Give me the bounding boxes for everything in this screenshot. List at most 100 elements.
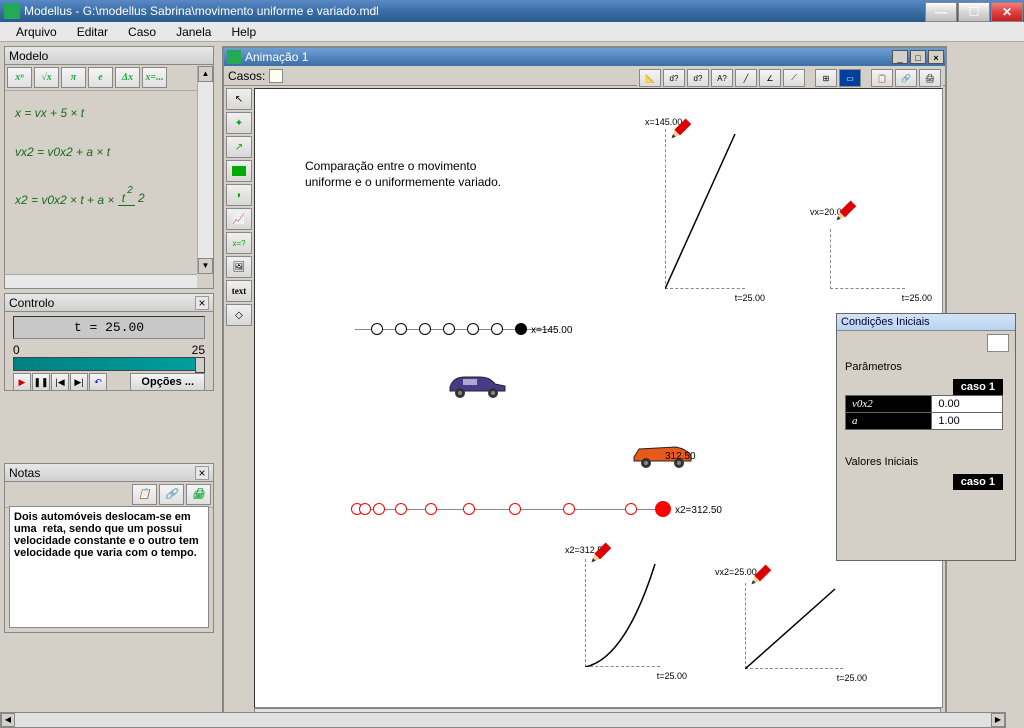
cond-title[interactable]: Condições Iniciais [837, 314, 1015, 331]
tool-diff-1[interactable]: d? [663, 69, 685, 87]
btn-delta[interactable]: Δx [115, 67, 140, 88]
tool-copy-icon[interactable]: 📋 [871, 69, 893, 87]
valores-label: Valores Iniciais [837, 450, 1015, 474]
notas-title: Notas [9, 466, 40, 480]
tool-background[interactable]: ▭ [839, 69, 861, 87]
tool-rect[interactable] [226, 160, 252, 182]
controlo-title: Controlo [9, 296, 54, 310]
modelo-equations[interactable]: x = vx + 5 × t vx2 = v0x2 + a × t x2 = v… [5, 91, 213, 233]
chart-vx-vs-t[interactable]: vx=20.00 t=25.00 [820, 219, 920, 299]
tool-line[interactable]: ╱ [735, 69, 757, 87]
tool-input[interactable]: x=? [226, 232, 252, 254]
param-a-value[interactable]: 1.00 [932, 413, 1003, 430]
tool-measure-1[interactable]: 📐 [639, 69, 661, 87]
modelo-panel: Modelo xⁿ √x π e Δx x=... x = vx + 5 × t… [4, 46, 214, 289]
tool-geometry[interactable]: ◇ [226, 304, 252, 326]
fraction-t2-over-2: t2 2 [118, 183, 145, 213]
btn-xn[interactable]: xⁿ [7, 67, 32, 88]
btn-pi[interactable]: π [61, 67, 86, 88]
dot-black-4 [443, 323, 455, 335]
caso-toggle-1[interactable] [269, 69, 283, 83]
maximize-button[interactable] [958, 2, 990, 22]
tool-area[interactable]: A? [711, 69, 733, 87]
tool-grid[interactable]: ⊞ [815, 69, 837, 87]
minimize-button[interactable] [925, 2, 957, 22]
chart-x2-vs-t[interactable]: x2=312.50 t=25.00 [575, 557, 675, 677]
time-display: t = 25.00 [13, 316, 205, 339]
notas-panel: Notas × 📋 🔗 🖨 [4, 463, 214, 633]
cond-copy-icon[interactable] [987, 334, 1009, 352]
anim-title-bar[interactable]: Animação 1 _ □ × [224, 48, 945, 66]
btn-assign[interactable]: x=... [142, 67, 167, 88]
initial-conditions-panel: Condições Iniciais Parâmetros caso 1 v0x… [836, 313, 1016, 561]
dot-red-2 [359, 503, 371, 515]
skip-back-button[interactable]: |◀ [51, 373, 69, 391]
eq-x: x = vx + 5 × t [15, 99, 203, 128]
pause-button[interactable]: ❚❚ [32, 373, 50, 391]
menu-caso[interactable]: Caso [118, 25, 166, 39]
dot-red-5 [425, 503, 437, 515]
modelo-hscroll[interactable] [5, 274, 197, 288]
menu-bar: Arquivo Editar Caso Janela Help [0, 22, 1024, 42]
notas-link-icon[interactable]: 🔗 [159, 484, 184, 505]
dot-red-3 [373, 503, 385, 515]
param-a-name: a [846, 413, 932, 430]
chart-vx2-vs-t[interactable]: vx2=25.00 t=25.00 [735, 579, 855, 679]
tool-image[interactable]: 🖼 [226, 256, 252, 278]
options-button[interactable]: Opções ... [130, 373, 205, 391]
notas-textarea[interactable] [9, 506, 209, 628]
dot-red-current[interactable] [655, 501, 671, 517]
controlo-panel: Controlo × t = 25.00 025 ▶ ❚❚ |◀ ▶| ↶ Opç… [4, 293, 214, 391]
menu-janela[interactable]: Janela [166, 25, 221, 39]
menu-arquivo[interactable]: Arquivo [6, 25, 67, 39]
eq-x2: x2 = v0x2 × t + a × t2 2 [15, 185, 203, 225]
tool-chart[interactable]: 📈 [226, 208, 252, 230]
notas-print-icon[interactable]: 🖨 [186, 484, 211, 505]
notas-copy-icon[interactable]: 📋 [132, 484, 157, 505]
menu-editar[interactable]: Editar [67, 25, 118, 39]
play-button[interactable]: ▶ [13, 373, 31, 391]
controlo-close-icon[interactable]: × [195, 296, 209, 310]
anim-icon [227, 50, 241, 64]
dot-black-current[interactable] [515, 323, 527, 335]
anim-title: Animação 1 [245, 50, 308, 64]
dot-black-6 [491, 323, 503, 335]
menu-help[interactable]: Help [221, 25, 266, 39]
canvas-heading: Comparação entre o movimento uniforme e … [305, 159, 501, 190]
main-hscroll[interactable]: ◀ ▶ [0, 712, 1006, 728]
tool-particle[interactable]: ✦ [226, 112, 252, 134]
tool-slope[interactable]: ⟋ [783, 69, 805, 87]
anim-min-icon[interactable]: _ [892, 50, 908, 64]
reset-button[interactable]: ↶ [89, 373, 107, 391]
dot-black-5 [467, 323, 479, 335]
dot-red-9 [625, 503, 637, 515]
tool-angle[interactable]: ∠ [759, 69, 781, 87]
car-uniform[interactable] [445, 369, 510, 399]
tool-text[interactable]: text [226, 280, 252, 302]
anim-max-icon[interactable]: □ [910, 50, 926, 64]
time-slider[interactable]: 025 [13, 343, 205, 369]
dot-red-6 [463, 503, 475, 515]
tool-vector[interactable]: ↗ [226, 136, 252, 158]
tool-print-icon[interactable]: 🖨 [919, 69, 941, 87]
window-title-bar: Modellus - G:\modellus Sabrina\movimento… [0, 0, 1024, 22]
chart-x-vs-t[interactable]: x=145.00 t=25.00 [655, 129, 755, 299]
tool-pointer[interactable]: ↖ [226, 88, 252, 110]
caso1-header: caso 1 [953, 379, 1003, 395]
modelo-vscroll[interactable]: ▲▼ [197, 66, 213, 274]
dot-black-3 [419, 323, 431, 335]
close-button[interactable] [991, 2, 1023, 22]
tool-link-icon[interactable]: 🔗 [895, 69, 917, 87]
skip-fwd-button[interactable]: ▶| [70, 373, 88, 391]
tool-gauge[interactable]: ◗ [226, 184, 252, 206]
notas-close-icon[interactable]: × [195, 466, 209, 480]
param-v0x2-value[interactable]: 0.00 [932, 396, 1003, 413]
modelo-toolbar: xⁿ √x π e Δx x=... [5, 65, 213, 91]
dot-black-2 [395, 323, 407, 335]
anim-close-icon[interactable]: × [928, 50, 944, 64]
btn-sqrt[interactable]: √x [34, 67, 59, 88]
tool-diff-2[interactable]: d? [687, 69, 709, 87]
btn-e[interactable]: e [88, 67, 113, 88]
window-title: Modellus - G:\modellus Sabrina\movimento… [24, 4, 925, 18]
modelo-title: Modelo [9, 49, 48, 63]
